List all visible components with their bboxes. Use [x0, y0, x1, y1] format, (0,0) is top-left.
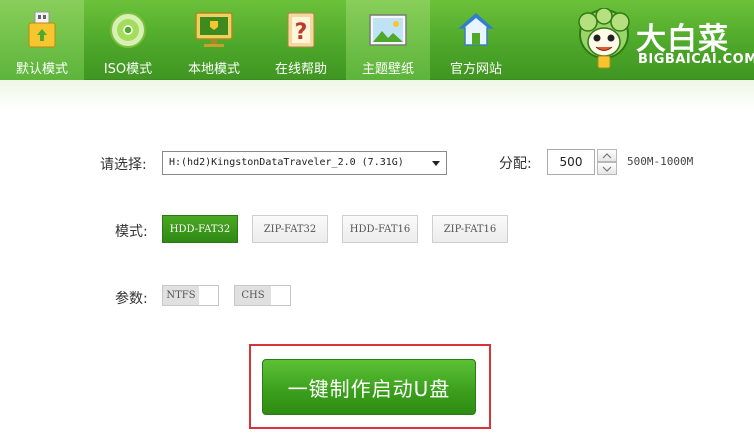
- ntfs-toggle-label: NTFS: [163, 286, 199, 305]
- chevron-up-icon: [602, 152, 612, 158]
- usb-drive-icon: [22, 10, 62, 50]
- home-icon: [456, 10, 496, 50]
- mode-hdd-fat16-button[interactable]: HDD-FAT16: [342, 215, 418, 243]
- spin-up-button[interactable]: [597, 149, 617, 162]
- help-icon: ?: [281, 10, 321, 50]
- tab-default-mode[interactable]: 默认模式: [0, 0, 84, 80]
- params-label: 参数:: [115, 291, 148, 307]
- header-band: [0, 80, 754, 110]
- cabbage-mascot-icon: [574, 7, 634, 72]
- tab-label: 在线帮助: [274, 62, 327, 77]
- monitor-icon: [194, 10, 234, 50]
- dropdown-arrow-icon[interactable]: [432, 161, 440, 166]
- chevron-down-icon: [602, 166, 612, 172]
- picture-icon: [368, 10, 408, 50]
- select-label: 请选择:: [100, 157, 147, 173]
- tab-label: 主题壁纸: [361, 62, 414, 77]
- partition-label: 分配:: [499, 156, 532, 172]
- mode-zip-fat16-button[interactable]: ZIP-FAT16: [432, 215, 508, 243]
- tab-label: 官方网站: [449, 62, 502, 77]
- make-bootable-usb-button[interactable]: 一键制作启动U盘: [262, 359, 476, 415]
- mode-label: 模式:: [115, 224, 148, 240]
- spin-down-button[interactable]: [597, 162, 617, 175]
- drive-select[interactable]: H:(hd2)KingstonDataTraveler_2.0 (7.31G): [162, 151, 447, 175]
- partition-range-text: 500M-1000M: [627, 155, 694, 168]
- svg-text:?: ?: [295, 20, 308, 45]
- partition-size-input[interactable]: 500: [547, 149, 595, 175]
- tab-online-help[interactable]: ? 在线帮助: [259, 0, 343, 80]
- chs-toggle-label: CHS: [235, 286, 271, 305]
- top-toolbar: 默认模式 ISO模式 本地模式 ? 在线帮助 主题壁纸 官方网站 大白菜 BIG…: [0, 0, 754, 80]
- disc-icon: [108, 10, 148, 50]
- mode-hdd-fat32-button[interactable]: HDD-FAT32: [162, 215, 238, 243]
- tab-iso-mode[interactable]: ISO模式: [86, 0, 170, 80]
- tab-label: 默认模式: [15, 62, 68, 77]
- ntfs-toggle[interactable]: NTFS: [162, 285, 219, 306]
- tab-official-site[interactable]: 官方网站: [434, 0, 518, 80]
- drive-select-value: H:(hd2)KingstonDataTraveler_2.0 (7.31G): [169, 157, 404, 168]
- tab-label: ISO模式: [103, 62, 153, 77]
- tab-label: 本地模式: [187, 62, 240, 77]
- mode-zip-fat32-button[interactable]: ZIP-FAT32: [252, 215, 328, 243]
- tab-theme-wallpaper[interactable]: 主题壁纸: [346, 0, 430, 80]
- tab-local-mode[interactable]: 本地模式: [172, 0, 256, 80]
- logo-text-english: BIGBAICAI.COM: [638, 52, 754, 67]
- brand-logo: 大白菜 BIGBAICAI.COM: [572, 4, 754, 76]
- chs-toggle[interactable]: CHS: [234, 285, 291, 306]
